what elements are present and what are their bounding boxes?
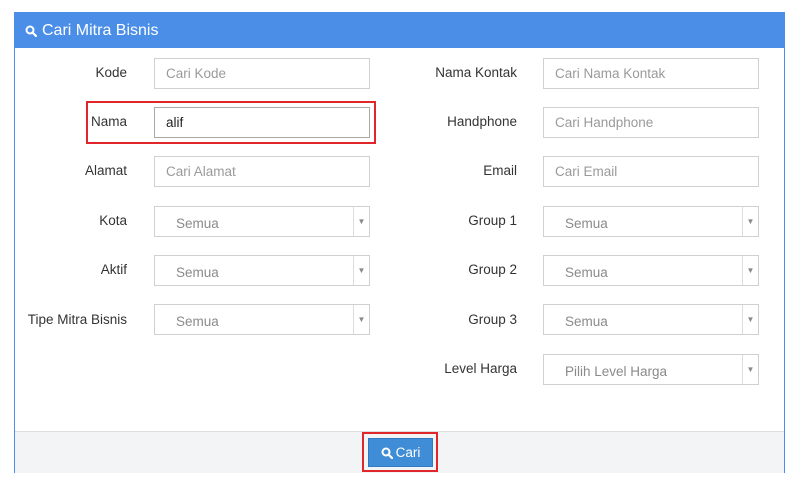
caret-down-icon: ▼ [742, 305, 758, 334]
panel-header: Cari Mitra Bisnis [15, 13, 784, 48]
group1-select-value: Semua [565, 216, 608, 231]
aktif-select[interactable]: Semua ▼ [154, 255, 370, 286]
tipe-mitra-label: Tipe Mitra Bisnis [27, 312, 127, 327]
tipe-mitra-select-value: Semua [176, 314, 219, 329]
alamat-input[interactable] [154, 156, 370, 187]
email-input[interactable] [543, 156, 759, 187]
group3-select-value: Semua [565, 314, 608, 329]
group3-select[interactable]: Semua ▼ [543, 304, 759, 335]
kota-label: Kota [99, 213, 127, 228]
group2-select-value: Semua [565, 265, 608, 280]
nama-kontak-label: Nama Kontak [435, 65, 517, 80]
caret-down-icon: ▼ [353, 207, 369, 236]
nama-highlight [86, 101, 376, 144]
caret-down-icon: ▼ [742, 207, 758, 236]
aktif-label: Aktif [100, 262, 127, 277]
nama-kontak-input[interactable] [543, 58, 759, 89]
panel-title: Cari Mitra Bisnis [42, 21, 159, 39]
group3-label: Group 3 [468, 312, 517, 327]
level-harga-select-value: Pilih Level Harga [565, 364, 668, 379]
search-icon [381, 447, 393, 459]
group1-label: Group 1 [468, 213, 517, 228]
handphone-input[interactable] [543, 107, 759, 138]
kode-input[interactable] [154, 58, 370, 89]
handphone-label: Handphone [447, 114, 517, 129]
kode-label: Kode [95, 65, 127, 80]
caret-down-icon: ▼ [742, 256, 758, 285]
group2-select[interactable]: Semua ▼ [543, 255, 759, 286]
group2-label: Group 2 [468, 262, 517, 277]
caret-down-icon: ▼ [742, 355, 758, 384]
search-panel: Cari Mitra Bisnis Kode Nama Alamat Kota … [14, 12, 785, 473]
email-label: Email [483, 163, 517, 178]
search-icon [25, 25, 37, 37]
level-harga-select[interactable]: Pilih Level Harga ▼ [543, 354, 759, 385]
aktif-select-value: Semua [176, 265, 219, 280]
kota-select-value: Semua [176, 216, 219, 231]
caret-down-icon: ▼ [353, 256, 369, 285]
alamat-label: Alamat [84, 163, 127, 178]
search-button[interactable]: Cari [368, 438, 433, 467]
tipe-mitra-select[interactable]: Semua ▼ [154, 304, 370, 335]
group1-select[interactable]: Semua ▼ [543, 206, 759, 237]
search-button-label: Cari [395, 445, 421, 460]
kota-select[interactable]: Semua ▼ [154, 206, 370, 237]
caret-down-icon: ▼ [353, 305, 369, 334]
panel-footer: Cari [15, 431, 784, 473]
level-harga-label: Level Harga [444, 361, 517, 376]
